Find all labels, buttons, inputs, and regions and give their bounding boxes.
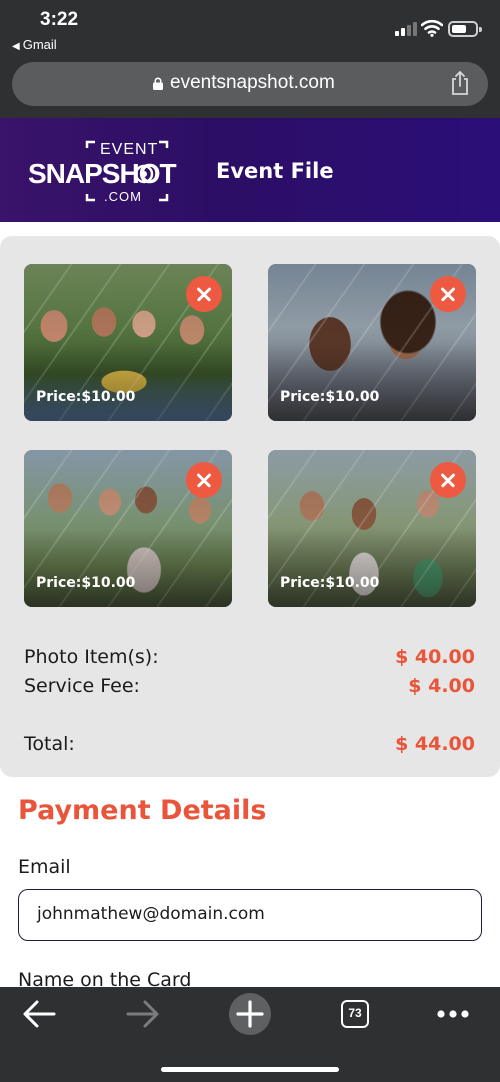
total-label: Total:	[24, 733, 75, 755]
back-triangle-icon: ◀	[12, 41, 20, 52]
new-tab-plus-icon[interactable]	[228, 992, 272, 1036]
photo-items-value: $ 40.00	[395, 646, 475, 668]
lock-icon	[153, 77, 163, 90]
photo-item[interactable]: Price:$10.00	[268, 264, 476, 421]
photo-price: Price:$10.00	[280, 389, 380, 405]
logo-text-snapshot: SNAPSHOT	[28, 158, 177, 189]
remove-photo-button[interactable]	[430, 462, 466, 498]
payment-details-heading: Payment Details	[18, 795, 267, 826]
home-indicator	[161, 1067, 339, 1072]
email-field[interactable]: johnmathew@domain.com	[18, 889, 482, 941]
photo-price: Price:$10.00	[280, 575, 380, 591]
tabs-count-button[interactable]: 73	[341, 1000, 369, 1028]
remove-photo-button[interactable]	[430, 276, 466, 312]
email-label: Email	[18, 856, 71, 878]
back-app-label: Gmail	[22, 37, 57, 52]
remove-photo-button[interactable]	[186, 462, 222, 498]
service-fee-value: $ 4.00	[408, 675, 475, 697]
cellular-signal-icon	[395, 22, 419, 36]
more-menu-icon[interactable]	[436, 1009, 470, 1019]
photo-price: Price:$10.00	[36, 389, 136, 405]
photo-items-label: Photo Item(s):	[24, 646, 159, 668]
page-title: Event File	[216, 159, 334, 183]
url-bar[interactable]: eventsnapshot.com	[12, 62, 488, 106]
total-value: $ 44.00	[395, 733, 475, 755]
logo-text-event: EVENT	[100, 141, 159, 158]
logo-text-com: .COM	[104, 189, 142, 204]
back-arrow-icon[interactable]	[22, 999, 56, 1029]
url-text: eventsnapshot.com	[170, 72, 335, 93]
photo-price: Price:$10.00	[36, 575, 136, 591]
service-fee-label: Service Fee:	[24, 675, 140, 697]
status-time: 3:22	[40, 9, 79, 30]
forward-arrow-icon[interactable]	[126, 999, 160, 1029]
photo-item[interactable]: Price:$10.00	[24, 264, 232, 421]
wifi-icon	[421, 19, 443, 37]
photo-item[interactable]: Price:$10.00	[24, 450, 232, 607]
photo-item[interactable]: Price:$10.00	[268, 450, 476, 607]
battery-icon	[448, 21, 482, 37]
back-to-app-link[interactable]: ◀ Gmail	[12, 37, 57, 52]
remove-photo-button[interactable]	[186, 276, 222, 312]
share-icon[interactable]	[449, 70, 471, 96]
